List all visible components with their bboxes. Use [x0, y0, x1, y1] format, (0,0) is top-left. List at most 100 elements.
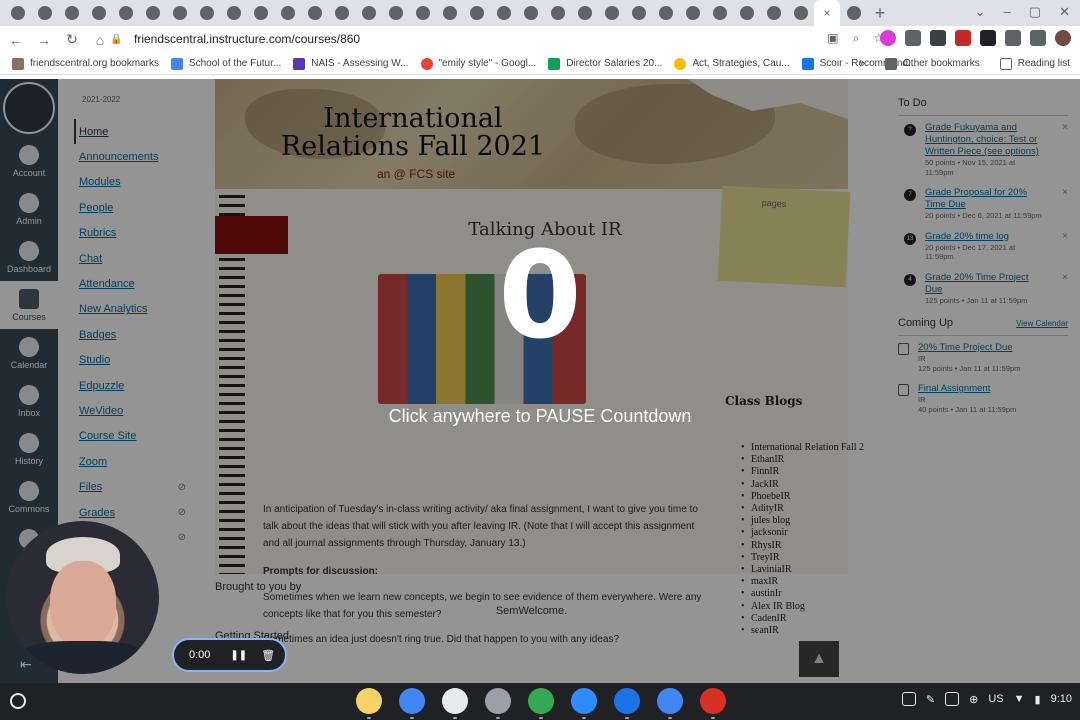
browser-tab[interactable]: [58, 0, 85, 26]
tab-favicon-icon: [361, 6, 376, 20]
camera-icon[interactable]: ▣: [827, 31, 838, 46]
minimize-icon[interactable]: –: [1004, 4, 1011, 20]
extension-icon[interactable]: [880, 30, 896, 46]
extension-icon[interactable]: [930, 30, 946, 46]
close-window-icon[interactable]: ✕: [1059, 4, 1070, 20]
browser-tab[interactable]: [787, 0, 814, 26]
webcam-bubble[interactable]: [6, 521, 159, 674]
browser-tab[interactable]: [733, 0, 760, 26]
overview-icon[interactable]: [901, 692, 916, 706]
pen-icon[interactable]: ✎: [926, 693, 935, 706]
files-app-icon[interactable]: [614, 688, 640, 719]
bookmark-item[interactable]: Director Salaries 20...: [548, 57, 662, 70]
browser-tab[interactable]: [840, 0, 867, 26]
browser-tab[interactable]: [166, 0, 193, 26]
tab-favicon-icon: [469, 6, 484, 20]
back-arrow-icon[interactable]: ←: [4, 28, 28, 52]
browser-tab[interactable]: [301, 0, 328, 26]
tab-favicon-icon: [496, 6, 511, 20]
browser-tab[interactable]: [598, 0, 625, 26]
browser-tab[interactable]: [328, 0, 355, 26]
extension-icon[interactable]: [905, 30, 921, 46]
puzzle-icon[interactable]: [1005, 30, 1021, 46]
browser-tab[interactable]: [544, 0, 571, 26]
maximize-icon[interactable]: ▢: [1029, 4, 1041, 20]
browser-tab[interactable]: [490, 0, 517, 26]
recorder-app-icon[interactable]: [700, 688, 726, 719]
other-bookmarks[interactable]: Other bookmarks: [885, 57, 980, 70]
browser-tab[interactable]: ×: [814, 0, 840, 26]
browser-tab[interactable]: [220, 0, 247, 26]
photos-app-icon[interactable]: [442, 688, 468, 719]
browser-tab[interactable]: [274, 0, 301, 26]
url-text[interactable]: friendscentral.instructure.com/courses/8…: [134, 32, 360, 46]
screencastify-app-icon[interactable]: [657, 688, 683, 719]
reading-list[interactable]: Reading list: [999, 57, 1070, 70]
settings-app-icon[interactable]: [485, 688, 511, 719]
pause-countdown-message[interactable]: Click anywhere to PAUSE Countdown: [340, 406, 740, 427]
countdown-number[interactable]: 0: [440, 237, 640, 357]
new-tab-button[interactable]: +: [867, 3, 893, 24]
browser-tab[interactable]: [679, 0, 706, 26]
lock-icon: 🔒: [110, 33, 123, 45]
bookmark-item[interactable]: "emily style" - Googl...: [420, 57, 536, 70]
extension-icon[interactable]: [980, 30, 996, 46]
launcher-icon[interactable]: [10, 693, 26, 709]
pause-icon[interactable]: ❚❚: [230, 650, 247, 661]
browser-tab[interactable]: [409, 0, 436, 26]
address-bar[interactable]: 🔒 friendscentral.instructure.com/courses…: [104, 28, 884, 50]
sticky-notes-app-icon[interactable]: [356, 688, 382, 719]
zoom-app-icon[interactable]: [571, 688, 597, 719]
clock[interactable]: 9:10: [1051, 693, 1072, 705]
running-indicator: [625, 717, 629, 719]
tab-favicon-icon: [631, 6, 646, 20]
chrome-app-icon[interactable]: [399, 688, 425, 719]
bookmark-item[interactable]: friendscentral.org bookmarks: [12, 57, 159, 70]
tab-strip: × + ⌄ – ▢ ✕: [0, 0, 1080, 26]
nais-icon: [293, 57, 306, 70]
chevron-down-icon[interactable]: ⌄: [975, 4, 986, 20]
os-shelf: ✎ ⊕ US ▼ ▮ 9:10: [0, 683, 1080, 720]
locale-label[interactable]: US: [988, 693, 1003, 705]
browser-tab[interactable]: [112, 0, 139, 26]
bookmark-item[interactable]: School of the Futur...: [170, 57, 281, 70]
browser-tab[interactable]: [85, 0, 112, 26]
add-icon[interactable]: ⊕: [969, 693, 978, 706]
browser-tab[interactable]: [247, 0, 274, 26]
forward-arrow-icon[interactable]: →: [32, 28, 56, 52]
profile-avatar[interactable]: [1055, 30, 1071, 46]
browser-tab[interactable]: [4, 0, 31, 26]
tab-favicon-icon: [199, 6, 214, 20]
close-icon[interactable]: ×: [821, 7, 833, 19]
browser-tab[interactable]: [706, 0, 733, 26]
browser-tab[interactable]: [517, 0, 544, 26]
browser-tab[interactable]: [193, 0, 220, 26]
screen-capture-icon[interactable]: [945, 692, 960, 706]
bookmark-item[interactable]: NAIS - Assessing W...: [293, 57, 409, 70]
more-bookmarks-button[interactable]: »: [859, 58, 865, 69]
meet-app-icon[interactable]: [528, 688, 554, 719]
browser-tab[interactable]: [463, 0, 490, 26]
reload-icon[interactable]: ↻: [60, 28, 84, 52]
browser-tab[interactable]: [355, 0, 382, 26]
extension-icon[interactable]: [955, 30, 971, 46]
browser-tab[interactable]: [760, 0, 787, 26]
sheets-icon: [548, 57, 561, 70]
browser-tab[interactable]: [652, 0, 679, 26]
trash-icon[interactable]: 🗑: [261, 649, 275, 662]
tab-favicon-icon: [739, 6, 754, 20]
browser-tab[interactable]: [571, 0, 598, 26]
cast-icon[interactable]: [1030, 30, 1046, 46]
zoom-search-icon[interactable]: ⌕: [853, 31, 860, 46]
system-tray[interactable]: ✎ ⊕ US ▼ ▮ 9:10: [901, 692, 1072, 706]
browser-tab[interactable]: [31, 0, 58, 26]
countdown-overlay[interactable]: [0, 79, 1080, 683]
bookmark-item[interactable]: Act, Strategies, Cau...: [674, 57, 790, 70]
browser-tab[interactable]: [139, 0, 166, 26]
tab-favicon-icon: [712, 6, 727, 20]
browser-tab[interactable]: [436, 0, 463, 26]
tab-favicon-icon: [172, 6, 187, 20]
tab-favicon-icon: [442, 6, 457, 20]
browser-tab[interactable]: [382, 0, 409, 26]
browser-tab[interactable]: [625, 0, 652, 26]
